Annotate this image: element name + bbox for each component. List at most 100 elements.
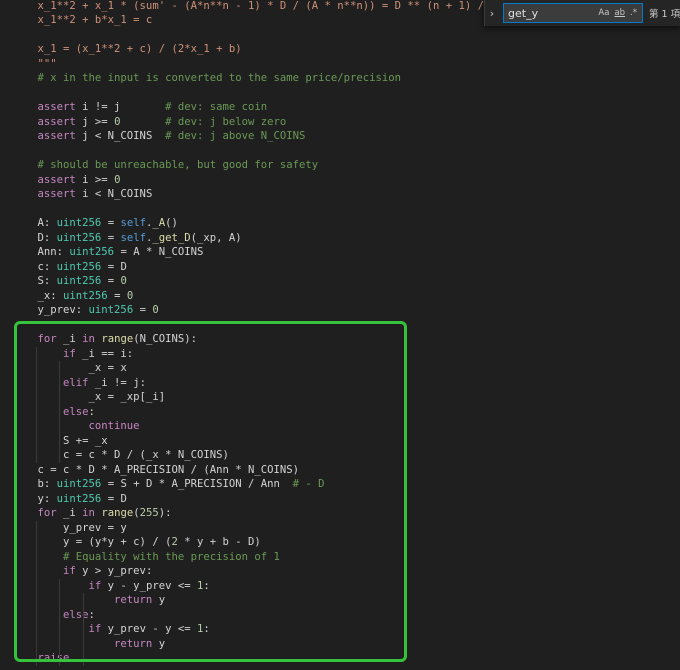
code-token: =: [101, 231, 121, 244]
code-line[interactable]: if _i == i:: [12, 347, 133, 362]
code-line[interactable]: y = (y*y + c) / (2 * y + b - D): [12, 535, 261, 550]
code-token: y_prev:: [12, 304, 89, 316]
code-token: assert: [12, 115, 76, 128]
code-token: * y + b - D): [177, 536, 261, 548]
code-line[interactable]: elif _i != j:: [12, 376, 146, 391]
code-token: ):: [158, 507, 172, 519]
code-token: uint256: [56, 492, 102, 505]
code-line[interactable]: """: [12, 57, 57, 72]
code-token: (): [165, 217, 178, 229]
code-token: uint256: [69, 246, 115, 258]
code-token: y: [152, 637, 166, 650]
code-token: 0: [114, 173, 121, 186]
code-line[interactable]: y_prev: uint256 = 0: [12, 303, 159, 318]
code-line[interactable]: if y_prev - y <= 1:: [12, 622, 210, 637]
code-line[interactable]: else:: [12, 405, 95, 420]
code-token: uint256: [88, 304, 134, 316]
code-token: b:: [12, 478, 57, 490]
code-token: S:: [12, 275, 57, 287]
code-token: y_prev - y <=: [101, 623, 197, 635]
code-line[interactable]: # x in the input is converted to the sam…: [12, 71, 402, 86]
code-line[interactable]: S: uint256 = 0: [12, 274, 127, 289]
code-token: # should be unreachable, but good for sa…: [12, 159, 319, 171]
code-line[interactable]: continue: [12, 419, 140, 434]
code-line[interactable]: c = c * D / (_x * N_COINS): [12, 448, 229, 463]
code-line[interactable]: if y - y_prev <= 1:: [12, 579, 210, 594]
code-token: y - y_prev <=: [101, 579, 197, 592]
code-line[interactable]: y: uint256 = D: [12, 492, 127, 507]
regex-toggle[interactable]: .*: [630, 8, 637, 18]
code-line[interactable]: for _i in range(255):: [12, 506, 172, 521]
code-line[interactable]: assert j < N_COINS # dev: j above N_COIN…: [12, 129, 306, 144]
code-token: = D: [101, 492, 127, 505]
code-token: 255: [139, 507, 159, 519]
code-line[interactable]: # should be unreachable, but good for sa…: [12, 158, 319, 173]
code-line[interactable]: c: uint256 = D: [12, 260, 127, 275]
code-token: else: [12, 608, 89, 621]
code-token: uint256: [63, 289, 108, 302]
code-token: = S + D * A_PRECISION / Ann: [101, 478, 293, 490]
code-token: c = c * D / (_x * N_COINS): [12, 449, 229, 461]
code-line[interactable]: assert i != j # dev: same coin: [12, 100, 268, 115]
code-editor[interactable]: x_1**2 + x_1 * (sum' - (A*n**n - 1) * D …: [0, 0, 680, 670]
code-line[interactable]: assert i >= 0: [12, 173, 121, 188]
code-line[interactable]: return y: [12, 593, 165, 608]
code-line[interactable]: A: uint256 = self._A(): [12, 216, 178, 231]
whole-word-toggle[interactable]: ab: [614, 8, 625, 18]
code-line[interactable]: assert i < N_COINS: [12, 187, 153, 202]
code-token: _i == i:: [75, 347, 134, 360]
code-line[interactable]: # Equality with the precision of 1: [12, 550, 280, 565]
code-line[interactable]: _x = _xp[_i]: [12, 390, 166, 405]
code-token: _i != j:: [88, 376, 146, 389]
chevron-right-icon[interactable]: ›: [485, 0, 499, 26]
code-token: j < N_COINS: [75, 130, 166, 142]
code-token: for: [12, 333, 57, 345]
code-line[interactable]: x_1**2 + b*x_1 = c: [12, 13, 153, 28]
code-token: # dev: j above N_COINS: [165, 130, 306, 142]
code-token: =: [101, 217, 121, 229]
code-line[interactable]: for _i in range(N_COINS):: [12, 332, 198, 347]
code-token: i != j: [75, 101, 166, 113]
code-token: (N_COINS):: [133, 333, 197, 345]
match-case-toggle[interactable]: Aa: [598, 8, 609, 18]
code-token: range: [101, 333, 134, 345]
code-line[interactable]: _x: uint256 = 0: [12, 289, 134, 304]
code-token: # x in the input is converted to the sam…: [12, 72, 402, 84]
code-token: D:: [12, 231, 57, 244]
code-token: 0: [120, 275, 127, 287]
code-line[interactable]: y_prev = y: [12, 521, 127, 536]
code-line[interactable]: c = c * D * A_PRECISION / (Ann * N_COINS…: [12, 463, 300, 478]
code-line[interactable]: return y: [12, 637, 165, 652]
code-token: if: [12, 565, 76, 577]
code-line[interactable]: b: uint256 = S + D * A_PRECISION / Ann #…: [12, 477, 325, 492]
code-token: self: [120, 231, 146, 244]
code-line[interactable]: raise: [12, 651, 70, 666]
code-line[interactable]: _x = x: [12, 361, 127, 376]
code-token: y:: [12, 492, 57, 505]
indent-guide: [36, 346, 37, 463]
code-token: y_prev = y: [12, 521, 127, 534]
code-token: =: [107, 289, 127, 302]
code-token: raise: [12, 652, 70, 664]
code-line[interactable]: D: uint256 = self._get_D(_xp, A): [12, 231, 242, 246]
indent-guide: [59, 578, 60, 666]
code-token: # - D: [292, 478, 325, 490]
search-input[interactable]: get_y Aa ab .*: [503, 3, 643, 23]
code-line[interactable]: assert j >= 0 # dev: j below zero: [12, 115, 287, 130]
search-query[interactable]: get_y: [508, 7, 598, 20]
code-line[interactable]: x_1 = (x_1**2 + c) / (2*x_1 + b): [12, 42, 242, 57]
indent-guide: [36, 520, 37, 666]
code-token: A:: [12, 217, 57, 229]
code-token: if: [12, 623, 102, 635]
code-line[interactable]: if y > y_prev:: [12, 564, 152, 579]
code-token: if: [12, 579, 102, 592]
code-token: uint256: [56, 478, 102, 490]
code-token: _x = _xp[_i]: [12, 391, 166, 403]
code-token: =: [101, 275, 121, 287]
code-token: j >=: [75, 115, 115, 128]
code-token: _i: [56, 333, 83, 345]
code-token: assert: [12, 173, 76, 186]
code-token: for: [12, 507, 57, 519]
code-line[interactable]: Ann: uint256 = A * N_COINS: [12, 245, 204, 260]
indent-guide: [83, 593, 84, 666]
